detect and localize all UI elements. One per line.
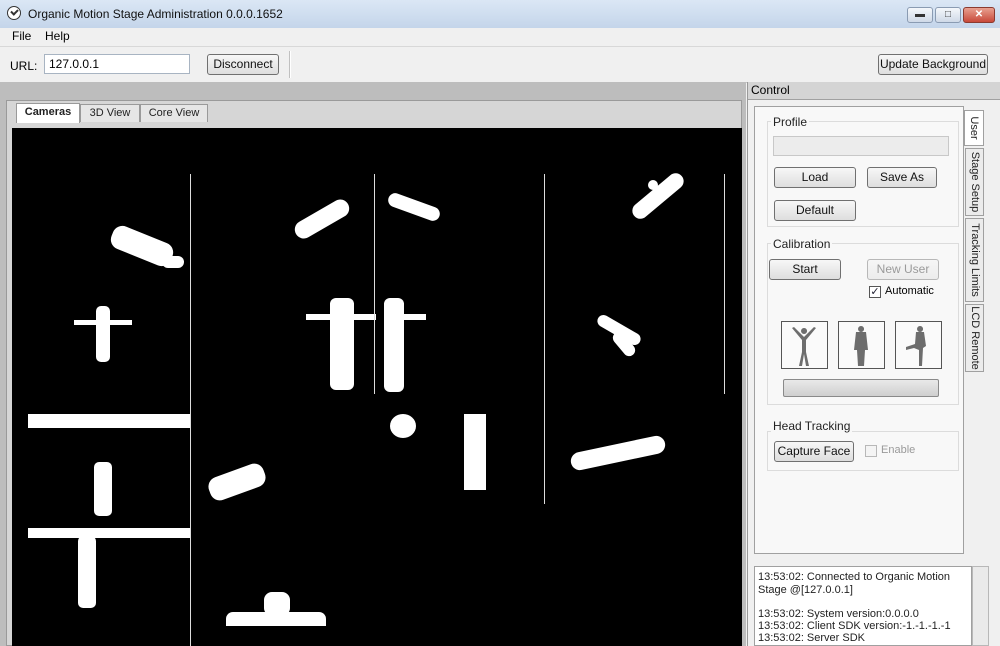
- menu-bar: File Help: [0, 28, 1000, 46]
- automatic-checkbox[interactable]: ✓: [869, 286, 881, 298]
- head-tracking-group-label: Head Tracking: [771, 419, 853, 433]
- silhouette: [569, 434, 667, 472]
- log-line: 13:53:02: Connected to Organic Motion: [758, 571, 951, 583]
- log-output[interactable]: 13:53:02: Connected to Organic Motion St…: [754, 566, 972, 646]
- save-as-button[interactable]: Save As: [867, 167, 937, 188]
- silhouette: [648, 180, 658, 190]
- pose-tpose-icon: [781, 321, 828, 369]
- minimize-button[interactable]: ▬: [907, 7, 933, 23]
- title-bar: Organic Motion Stage Administration 0.0.…: [0, 0, 1000, 29]
- camera-divider: [544, 174, 545, 504]
- silhouette: [464, 414, 486, 490]
- menu-file[interactable]: File: [12, 29, 31, 43]
- maximize-icon: □: [944, 9, 952, 20]
- start-calibration-button[interactable]: Start: [769, 259, 841, 280]
- profile-name-field[interactable]: [773, 136, 949, 156]
- tab-lcd-remote[interactable]: LCD Remote: [965, 304, 984, 372]
- tab-3d-view[interactable]: 3D View: [80, 104, 140, 122]
- silhouette: [384, 298, 404, 392]
- silhouette: [330, 298, 354, 390]
- tab-core-view[interactable]: Core View: [140, 104, 208, 122]
- camera-divider: [374, 174, 375, 394]
- enable-head-tracking-checkbox[interactable]: [865, 445, 877, 457]
- camera-divider: [190, 174, 191, 646]
- silhouette: [390, 414, 416, 438]
- tab-cameras[interactable]: Cameras: [16, 103, 80, 123]
- silhouette: [96, 306, 110, 362]
- tab-user-label: User: [968, 116, 980, 140]
- capture-face-button[interactable]: Capture Face: [774, 441, 854, 462]
- minimize-icon: ▬: [915, 9, 925, 20]
- tab-stage-setup[interactable]: Stage Setup: [965, 148, 984, 216]
- close-icon: ✕: [974, 9, 984, 20]
- log-line: 13:53:02: Server SDK: [758, 632, 866, 644]
- tab-user[interactable]: User: [964, 110, 984, 146]
- control-header: Control: [748, 82, 1000, 100]
- calibration-group-label: Calibration: [771, 237, 833, 251]
- url-label: URL:: [10, 59, 38, 73]
- silhouette: [205, 460, 269, 504]
- tab-lcd-remote-label: LCD Remote: [968, 306, 981, 370]
- silhouette: [386, 191, 442, 223]
- window-title: Organic Motion Stage Administration 0.0.…: [28, 7, 283, 21]
- calibration-progress-bar: [783, 379, 939, 397]
- disconnect-button[interactable]: Disconnect: [207, 54, 279, 75]
- profile-group-label: Profile: [771, 115, 810, 129]
- checkmark-icon: ✓: [870, 286, 880, 298]
- app-logo-icon: [7, 6, 21, 20]
- enable-label: Enable: [881, 444, 916, 456]
- silhouette: [264, 592, 290, 616]
- log-scrollbar[interactable]: [972, 566, 989, 646]
- load-button[interactable]: Load: [774, 167, 856, 188]
- toolbar: URL: Disconnect Update Background: [0, 46, 1000, 83]
- camera-divider: [724, 174, 725, 394]
- silhouette: [28, 414, 190, 428]
- silhouette: [291, 196, 353, 242]
- silhouette: [162, 256, 184, 268]
- silhouette: [629, 169, 687, 223]
- control-pane: Control Profile Load Save As Default Cal…: [747, 82, 1000, 646]
- pose-stand-icon: [838, 321, 885, 369]
- pose-kick-icon: [895, 321, 942, 369]
- maximize-button[interactable]: □: [935, 7, 961, 23]
- new-user-button[interactable]: New User: [867, 259, 939, 280]
- silhouette: [94, 462, 112, 516]
- tab-stage-setup-label: Stage Setup: [968, 151, 981, 213]
- url-input[interactable]: [44, 54, 190, 74]
- automatic-label: Automatic: [885, 285, 934, 297]
- default-button[interactable]: Default: [774, 200, 856, 221]
- silhouette: [78, 536, 96, 608]
- tab-tracking-limits[interactable]: Tracking Limits: [965, 218, 984, 302]
- menu-help[interactable]: Help: [45, 29, 70, 43]
- control-title: Control: [751, 83, 790, 97]
- silhouette: [28, 528, 190, 538]
- close-button[interactable]: ✕: [963, 7, 995, 23]
- tab-tracking-limits-label: Tracking Limits: [968, 223, 981, 297]
- update-background-button[interactable]: Update Background: [878, 54, 988, 75]
- toolbar-separator: [289, 51, 291, 78]
- user-tab-panel: Profile Load Save As Default Calibration…: [754, 106, 964, 554]
- log-line: Stage @[127.0.0.1]: [758, 584, 853, 596]
- camera-grid-view[interactable]: [12, 128, 742, 646]
